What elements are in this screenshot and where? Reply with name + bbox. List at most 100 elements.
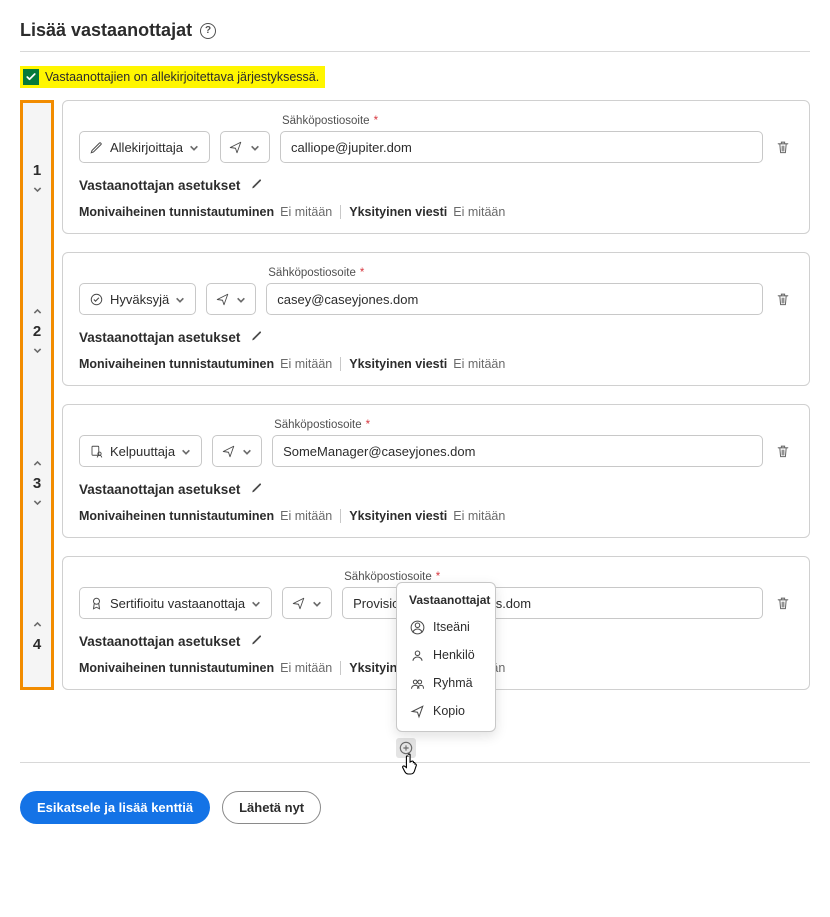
- person-icon: [409, 647, 425, 663]
- private-msg-label: Yksityinen viesti: [349, 509, 447, 523]
- email-input[interactable]: [272, 435, 763, 467]
- page-title-text: Lisää vastaanottajat: [20, 20, 192, 41]
- chevron-down-icon[interactable]: [30, 496, 44, 510]
- chevron-down-icon: [312, 597, 324, 609]
- edit-icon[interactable]: [250, 329, 266, 345]
- chevron-up-icon[interactable]: [30, 618, 44, 632]
- mfa-label: Monivaiheinen tunnistautuminen: [79, 509, 274, 523]
- delivery-select[interactable]: [220, 131, 270, 163]
- email-input[interactable]: [280, 131, 763, 163]
- paper-plane-icon: [214, 291, 230, 307]
- order-rail: 1 2 3 4: [20, 100, 54, 690]
- delete-recipient-button[interactable]: [773, 137, 793, 157]
- detail-separator: [340, 509, 341, 523]
- sign-in-order-label: Vastaanottajien on allekirjoitettava jär…: [45, 70, 319, 84]
- recipient-settings-label: Vastaanottajan asetukset: [79, 330, 240, 345]
- chevron-down-icon: [251, 597, 263, 609]
- delivery-select[interactable]: [206, 283, 256, 315]
- recipient-details: Monivaiheinen tunnistautuminen Ei mitään Y…: [79, 509, 793, 523]
- role-label: Allekirjoittaja: [110, 140, 183, 155]
- mfa-label: Monivaiheinen tunnistautuminen: [79, 661, 274, 675]
- private-msg-value: Ei mitään: [453, 357, 505, 371]
- delete-recipient-button[interactable]: [773, 441, 793, 461]
- detail-separator: [340, 661, 341, 675]
- preview-add-fields-button[interactable]: Esikatsele ja lisää kenttiä: [20, 791, 210, 824]
- chevron-down-icon: [236, 293, 248, 305]
- edit-icon[interactable]: [250, 481, 266, 497]
- add-recipient-popover: Vastaanottajat Itseäni Henkilö Ryhmä Kopio: [396, 582, 496, 732]
- popover-title: Vastaanottajat: [397, 591, 495, 613]
- edit-icon[interactable]: [250, 177, 266, 193]
- chevron-down-icon[interactable]: [30, 183, 44, 197]
- popover-item-label: Kopio: [433, 704, 465, 718]
- order-cell: 1: [23, 103, 51, 255]
- recipient-settings-label: Vastaanottajan asetukset: [79, 634, 240, 649]
- role-select[interactable]: Hyväksyjä: [79, 283, 196, 315]
- chevron-down-icon[interactable]: [30, 344, 44, 358]
- private-msg-label: Yksityinen viesti: [349, 205, 447, 219]
- role-icon: [88, 595, 104, 611]
- chevron-down-icon: [242, 445, 254, 457]
- send-now-button[interactable]: Lähetä nyt: [222, 791, 321, 824]
- popover-item[interactable]: Henkilö: [397, 641, 495, 669]
- detail-separator: [340, 205, 341, 219]
- recipient-details: Monivaiheinen tunnistautuminenEi mitäänY…: [79, 357, 793, 371]
- role-select[interactable]: Kelpuuttaja: [79, 435, 202, 467]
- popover-item-label: Ryhmä: [433, 676, 473, 690]
- recipient-settings-label: Vastaanottajan asetukset: [79, 482, 240, 497]
- sign-in-order-row: Vastaanottajien on allekirjoitettava jär…: [20, 66, 325, 88]
- paper-plane-icon: [228, 139, 244, 155]
- role-select[interactable]: Allekirjoittaja: [79, 131, 210, 163]
- help-icon[interactable]: ?: [200, 23, 216, 39]
- delete-recipient-button[interactable]: [773, 289, 793, 309]
- popover-item[interactable]: Itseäni: [397, 613, 495, 641]
- role-icon: [88, 139, 104, 155]
- mfa-value: Ei mitään: [280, 661, 332, 675]
- order-cell: 3: [23, 407, 51, 559]
- email-input[interactable]: [266, 283, 763, 315]
- chevron-down-icon: [189, 141, 201, 153]
- recipient-details: Monivaiheinen tunnistautuminenEi mitäänY…: [79, 205, 793, 219]
- popover-item-label: Itseäni: [433, 620, 470, 634]
- recipient-settings-label: Vastaanottajan asetukset: [79, 178, 240, 193]
- role-label: Sertifioitu vastaanottaja: [110, 596, 245, 611]
- delivery-select[interactable]: [282, 587, 332, 619]
- order-number: 2: [33, 323, 41, 340]
- detail-separator: [340, 357, 341, 371]
- delivery-select[interactable]: [212, 435, 262, 467]
- chevron-down-icon: [250, 141, 262, 153]
- role-icon: [88, 443, 104, 459]
- popover-item[interactable]: Kopio: [397, 697, 495, 725]
- edit-icon[interactable]: [250, 633, 266, 649]
- recipient-card: KelpuuttajaSähköpostiosoite*Vastaanottaj…: [62, 404, 810, 538]
- recipient-card: Allekirjoittaja Sähköpostiosoite* Vastaano…: [62, 100, 810, 234]
- sign-in-order-checkbox[interactable]: [23, 69, 39, 85]
- send-copy-icon: [409, 703, 425, 719]
- chevron-up-icon[interactable]: [30, 457, 44, 471]
- popover-item[interactable]: Ryhmä: [397, 669, 495, 697]
- order-cell: 4: [23, 559, 51, 711]
- role-select[interactable]: Sertifioitu vastaanottaja: [79, 587, 272, 619]
- private-msg-value: Ei mitään: [453, 509, 505, 523]
- group-icon: [409, 675, 425, 691]
- email-label: Sähköpostiosoite*: [282, 115, 763, 127]
- role-label: Hyväksyjä: [110, 292, 169, 307]
- email-label: Sähköpostiosoite*: [268, 267, 763, 279]
- footer-actions: Esikatsele ja lisää kenttiä Lähetä nyt: [20, 791, 810, 824]
- recipient-card: Hyväksyjä Sähköpostiosoite* Vastaanottajan…: [62, 252, 810, 386]
- delete-recipient-button[interactable]: [773, 593, 793, 613]
- mfa-value: Ei mitään: [280, 205, 332, 219]
- order-number: 4: [33, 636, 41, 653]
- title-divider: [20, 51, 810, 52]
- paper-plane-icon: [290, 595, 306, 611]
- private-msg-label: Yksityinen viesti: [349, 357, 447, 371]
- chevron-down-icon: [181, 445, 193, 457]
- chevron-up-icon[interactable]: [30, 305, 44, 319]
- mfa-value: Ei mitään: [280, 509, 332, 523]
- popover-item-label: Henkilö: [433, 648, 475, 662]
- role-icon: [88, 291, 104, 307]
- add-recipient-button[interactable]: [396, 738, 416, 758]
- page-title: Lisää vastaanottajat ?: [20, 20, 810, 41]
- private-msg-value: Ei mitään: [453, 205, 505, 219]
- person-self-icon: [409, 619, 425, 635]
